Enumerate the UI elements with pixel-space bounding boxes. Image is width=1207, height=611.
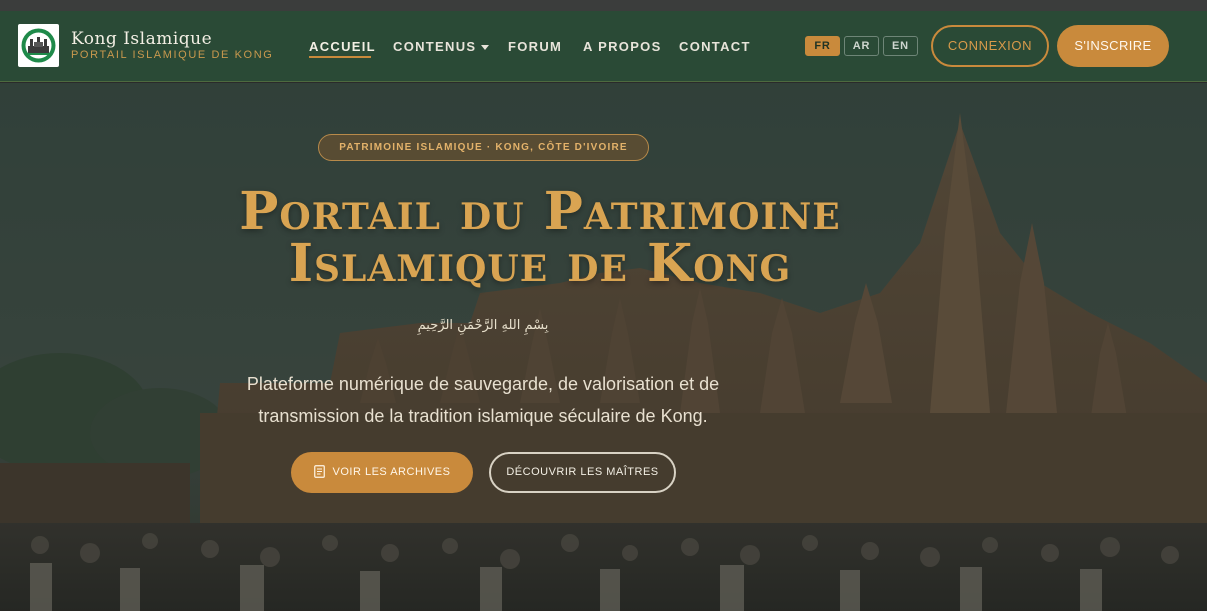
brand-title[interactable]: Kong Islamique bbox=[71, 29, 212, 49]
hero-section: PATRIMOINE ISLAMIQUE · KONG, CÔTE D'IVOI… bbox=[0, 83, 1207, 611]
active-nav-underline bbox=[309, 56, 371, 58]
nav-item-contact[interactable]: CONTACT bbox=[679, 39, 751, 54]
nav-item-forum[interactable]: FORUM bbox=[508, 39, 562, 54]
hero-title: Portail du Patrimoine Islamique de Kong bbox=[150, 186, 930, 290]
main-navbar: Kong Islamique PORTAIL ISLAMIQUE DE KONG… bbox=[0, 11, 1207, 82]
hero-badge: PATRIMOINE ISLAMIQUE · KONG, CÔTE D'IVOI… bbox=[318, 134, 649, 161]
view-archives-label: VOIR LES ARCHIVES bbox=[332, 466, 451, 478]
nav-item-contenus-label: CONTENUS bbox=[393, 39, 477, 54]
lang-fr-button[interactable]: FR bbox=[805, 36, 840, 56]
brand-subtitle: PORTAIL ISLAMIQUE DE KONG bbox=[71, 49, 274, 61]
nav-item-accueil[interactable]: ACCUEIL bbox=[309, 39, 376, 54]
browser-top-strip bbox=[0, 0, 1207, 11]
nav-item-contenus[interactable]: CONTENUS bbox=[393, 39, 490, 54]
discover-masters-button[interactable]: DÉCOUVRIR LES MAÎTRES bbox=[489, 452, 676, 493]
nav-item-a-propos[interactable]: A PROPOS bbox=[583, 39, 662, 54]
hero-description-line2: transmission de la tradition islamique s… bbox=[258, 406, 708, 426]
lang-ar-button[interactable]: AR bbox=[844, 36, 879, 56]
document-icon bbox=[313, 464, 325, 478]
signup-button[interactable]: S'INSCRIRE bbox=[1057, 25, 1169, 67]
lang-en-button[interactable]: EN bbox=[883, 36, 918, 56]
hero-title-line2: Islamique de Kong bbox=[288, 233, 792, 294]
hero-background-image bbox=[0, 83, 1207, 611]
basmala-text: بِسْمِ اللهِ الرَّحْمَنِ الرَّحِيمِ bbox=[417, 318, 549, 333]
login-button[interactable]: CONNEXION bbox=[931, 25, 1049, 67]
chevron-down-icon bbox=[481, 45, 490, 51]
mosque-logo-icon[interactable] bbox=[18, 24, 59, 67]
hero-description: Plateforme numérique de sauvegarde, de v… bbox=[200, 368, 766, 432]
hero-description-line1: Plateforme numérique de sauvegarde, de v… bbox=[246, 374, 720, 394]
view-archives-button[interactable]: VOIR LES ARCHIVES bbox=[291, 452, 473, 493]
